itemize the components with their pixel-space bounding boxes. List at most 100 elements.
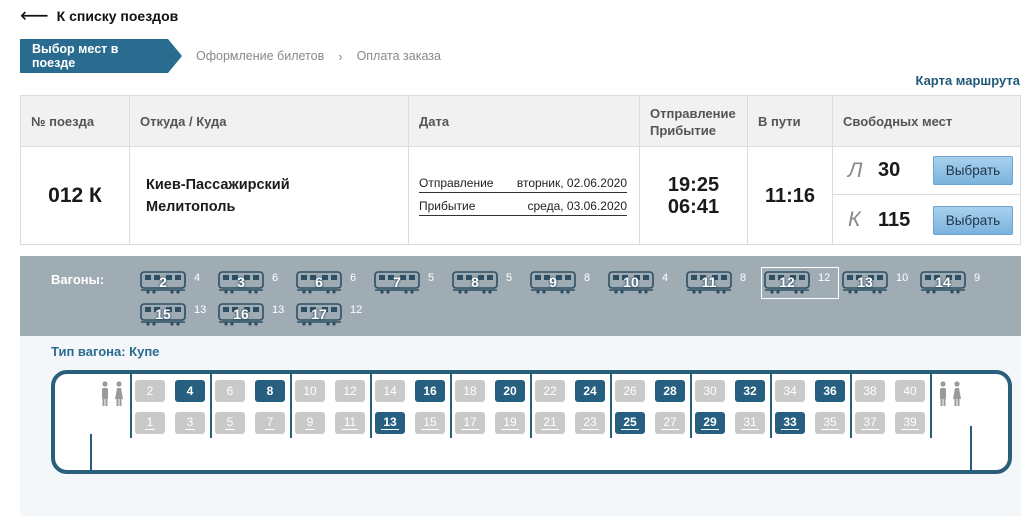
wagon-3[interactable]: 36	[218, 270, 290, 296]
stations: Киев-Пассажирский Мелитополь	[130, 147, 409, 245]
seat-26[interactable]: 26	[615, 380, 645, 402]
compartment-divider	[970, 426, 972, 470]
seat-36[interactable]: 36	[815, 380, 845, 402]
wagon-14[interactable]: 14 9	[920, 270, 992, 296]
seat-10[interactable]: 10	[295, 380, 325, 402]
wagon-10[interactable]: 10 4	[608, 270, 680, 296]
wagon-13[interactable]: 13 10	[842, 270, 914, 296]
wagon-number: 7	[393, 274, 401, 290]
wagon-number: 14	[935, 274, 951, 290]
wagon-16[interactable]: 16 13	[218, 302, 290, 328]
dates: Отправление вторник, 02.06.2020 Прибытие…	[409, 147, 640, 245]
compartment-divider	[290, 374, 292, 438]
wagon-11[interactable]: 11 8	[686, 270, 758, 296]
compartment-divider	[690, 374, 692, 438]
seat-2[interactable]: 2	[135, 380, 165, 402]
arrival-date: среда, 03.06.2020	[527, 199, 628, 213]
seat-1[interactable]: 1	[135, 412, 165, 434]
seat-33[interactable]: 33	[775, 412, 805, 434]
seat-4[interactable]: 4	[175, 380, 205, 402]
wagon-2[interactable]: 24	[140, 270, 212, 296]
select-class-k-button[interactable]: Выбрать	[933, 205, 1013, 235]
wagons-label: Вагоны:	[51, 272, 105, 287]
wagon-number: 3	[237, 274, 245, 290]
wagon-15[interactable]: 15 13	[140, 302, 212, 328]
class-count: 115	[878, 208, 911, 231]
seat-13[interactable]: 13	[375, 412, 405, 434]
select-class-l-button[interactable]: Выбрать	[933, 156, 1013, 185]
travel-time: 11:16	[748, 147, 833, 245]
seat-22[interactable]: 22	[535, 380, 565, 402]
arrow-left-icon: ⟵	[20, 5, 49, 27]
seat-21[interactable]: 21	[535, 412, 565, 434]
wagon-free-count: 12	[818, 272, 831, 284]
wagon-number: 13	[857, 274, 873, 290]
table-header: № поезда Откуда / Куда Дата Отправление …	[21, 96, 1020, 147]
step-select-seats: Выбор мест в поезде	[20, 39, 182, 73]
station-from: Киев-Пассажирский	[146, 177, 290, 193]
wagon-number: 8	[471, 274, 479, 290]
seat-3[interactable]: 3	[175, 412, 205, 434]
wagon-free-count: 8	[584, 272, 591, 284]
seat-27[interactable]: 27	[655, 412, 685, 434]
header-free-seats: Свободных мест	[843, 114, 953, 129]
wagon-7[interactable]: 75	[374, 270, 446, 296]
seat-35[interactable]: 35	[815, 412, 845, 434]
toilet-icon	[97, 380, 127, 408]
seat-30[interactable]: 30	[695, 380, 725, 402]
seat-31[interactable]: 31	[735, 412, 765, 434]
seat-15[interactable]: 15	[415, 412, 445, 434]
seat-9[interactable]: 9	[295, 412, 325, 434]
seat-37[interactable]: 37	[855, 412, 885, 434]
wagon-number: 16	[233, 306, 249, 322]
toilet-icon	[935, 380, 965, 408]
wagon-free-count: 10	[896, 272, 909, 284]
wagon-free-count: 6	[272, 272, 279, 284]
wagon-12[interactable]: 12 12	[761, 267, 839, 299]
seat-40[interactable]: 40	[895, 380, 925, 402]
seat-5[interactable]: 5	[215, 412, 245, 434]
wagon-8[interactable]: 85	[452, 270, 524, 296]
arrival-date-row: Прибытие среда, 03.06.2020	[419, 199, 627, 216]
compartment-divider	[90, 434, 92, 470]
wagon-17[interactable]: 17 12	[296, 302, 368, 328]
seat-25[interactable]: 25	[615, 412, 645, 434]
seat-34[interactable]: 34	[775, 380, 805, 402]
seat-11[interactable]: 11	[335, 412, 365, 434]
seat-20[interactable]: 20	[495, 380, 525, 402]
step-payment: Оплата заказа	[356, 49, 441, 63]
seat-6[interactable]: 6	[215, 380, 245, 402]
booking-steps: Выбор мест в поезде Оформление билетов ›…	[20, 39, 441, 73]
wagon-free-count: 5	[506, 272, 513, 284]
seat-38[interactable]: 38	[855, 380, 885, 402]
station-to: Мелитополь	[146, 199, 236, 215]
seat-28[interactable]: 28	[655, 380, 685, 402]
step-tickets: Оформление билетов	[196, 49, 325, 63]
route-map-link[interactable]: Карта маршрута	[915, 73, 1020, 88]
seat-12[interactable]: 12	[335, 380, 365, 402]
wagon-number: 12	[779, 274, 795, 290]
compartment-divider	[210, 374, 212, 438]
seat-17[interactable]: 17	[455, 412, 485, 434]
back-to-trains-link[interactable]: ⟵ К списку поездов	[20, 6, 178, 26]
seat-8[interactable]: 8	[255, 380, 285, 402]
seat-19[interactable]: 19	[495, 412, 525, 434]
seat-16[interactable]: 16	[415, 380, 445, 402]
seat-23[interactable]: 23	[575, 412, 605, 434]
compartment-divider	[530, 374, 532, 438]
compartment-divider	[450, 374, 452, 438]
seat-14[interactable]: 14	[375, 380, 405, 402]
coach-scheme: 2 4 6 8 10 12 14 16 18 20 22 24 26 28 30 32 34 36 38 40 1 3 5 7…	[51, 370, 1012, 474]
coach-area: Тип вагона: Купе 2 4 6 8 10 12 14 16 18 20 22 24 26 2…	[20, 336, 1021, 516]
seat-24[interactable]: 24	[575, 380, 605, 402]
chevron-right-icon: ›	[338, 48, 343, 64]
seat-7[interactable]: 7	[255, 412, 285, 434]
wagon-9[interactable]: 98	[530, 270, 602, 296]
seat-39[interactable]: 39	[895, 412, 925, 434]
header-date: Дата	[409, 96, 640, 147]
seat-32[interactable]: 32	[735, 380, 765, 402]
wagon-6[interactable]: 66	[296, 270, 368, 296]
class-type: Л	[848, 158, 863, 182]
seat-29[interactable]: 29	[695, 412, 725, 434]
seat-18[interactable]: 18	[455, 380, 485, 402]
